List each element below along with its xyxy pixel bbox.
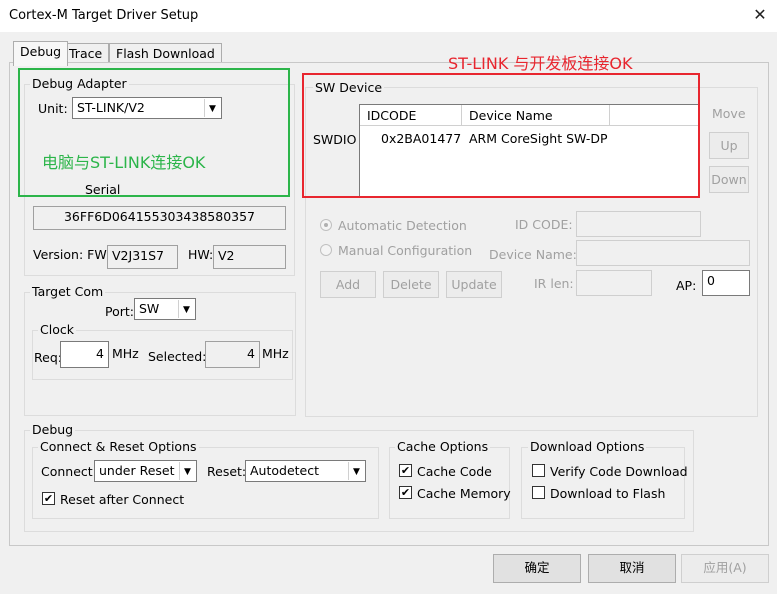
update-button[interactable]: Update (446, 271, 502, 298)
cache-code-label: Cache Code (417, 464, 492, 479)
cancel-button[interactable]: 取消 (588, 554, 676, 583)
target-com-label: Target Com (30, 284, 106, 299)
id-code-label: ID CODE: (515, 217, 573, 232)
cache-memory-checkbox[interactable]: ✔ (399, 486, 412, 499)
cache-options-label: Cache Options (395, 439, 491, 454)
download-options-label: Download Options (528, 439, 647, 454)
ir-len-label: IR len: (534, 276, 574, 291)
port-value: SW (139, 301, 160, 316)
debug-group-label: Debug (30, 422, 76, 437)
selected-unit: MHz (262, 346, 289, 361)
req-unit: MHz (112, 346, 139, 361)
selected-label: Selected: (148, 349, 207, 364)
download-to-flash-checkbox[interactable] (532, 486, 545, 499)
cache-options-group (389, 447, 510, 519)
add-button[interactable]: Add (320, 271, 376, 298)
port-select[interactable]: SW ▼ (134, 298, 196, 320)
req-label: Req: (34, 350, 62, 365)
cache-code-checkbox[interactable]: ✔ (399, 464, 412, 477)
delete-button[interactable]: Delete (383, 271, 439, 298)
download-options-group (521, 447, 685, 519)
connect-reset-label: Connect & Reset Options (38, 439, 199, 454)
hw-label: HW: (188, 247, 214, 262)
connect-value: under Reset (99, 463, 175, 478)
annotation-red-text: ST-LINK 与开发板连接OK (448, 54, 633, 73)
serial-field: 36FF6D064155303438580357 (33, 206, 286, 230)
reset-value: Autodetect (250, 463, 320, 478)
hw-version-field: V2 (213, 245, 286, 269)
reset-select[interactable]: Autodetect ▼ (245, 460, 366, 482)
id-code-field[interactable] (576, 211, 701, 237)
tab-debug[interactable]: Debug (13, 41, 69, 66)
verify-code-checkbox[interactable] (532, 464, 545, 477)
chevron-down-icon: ▼ (179, 462, 195, 480)
window-title: Cortex-M Target Driver Setup (9, 8, 199, 23)
auto-detect-label: Automatic Detection (338, 218, 467, 233)
req-input[interactable]: 4 (60, 341, 109, 368)
manual-config-radio[interactable] (320, 244, 332, 256)
connect-reset-group (32, 447, 379, 519)
ap-input[interactable]: 0 (702, 270, 750, 296)
ok-button[interactable]: 确定 (493, 554, 581, 583)
annotation-green-box (18, 68, 290, 197)
device-name-field[interactable] (576, 240, 750, 266)
ap-label: AP: (676, 278, 697, 293)
port-label: Port: (105, 304, 134, 319)
ir-len-field[interactable] (576, 270, 652, 296)
move-label: Move (712, 106, 746, 121)
auto-detect-radio[interactable] (320, 219, 332, 231)
clock-label: Clock (38, 322, 76, 337)
reset-after-connect-checkbox[interactable]: ✔ (42, 492, 55, 505)
move-down-button[interactable]: Down (709, 166, 749, 193)
verify-code-label: Verify Code Download (550, 464, 688, 479)
chevron-down-icon: ▼ (348, 462, 364, 480)
selected-field: 4 (205, 341, 260, 368)
fw-version-field: V2J31S7 (107, 245, 178, 269)
reset-after-connect-label: Reset after Connect (60, 492, 185, 507)
chevron-down-icon: ▼ (178, 300, 194, 318)
move-up-button[interactable]: Up (709, 132, 749, 159)
download-to-flash-label: Download to Flash (550, 486, 666, 501)
apply-button[interactable]: 应用(A) (681, 554, 769, 583)
manual-config-label: Manual Configuration (338, 243, 473, 258)
reset-label: Reset: (207, 464, 247, 479)
device-name-label: Device Name: (489, 247, 577, 262)
connect-label: Connect: (41, 464, 97, 479)
version-fw-label: Version: FW: (33, 247, 111, 262)
annotation-red-box (302, 73, 700, 198)
cache-memory-label: Cache Memory (417, 486, 511, 501)
annotation-green-text: 电脑与ST-LINK连接OK (42, 153, 206, 172)
connect-select[interactable]: under Reset ▼ (94, 460, 197, 482)
close-icon[interactable]: ✕ (748, 3, 772, 27)
